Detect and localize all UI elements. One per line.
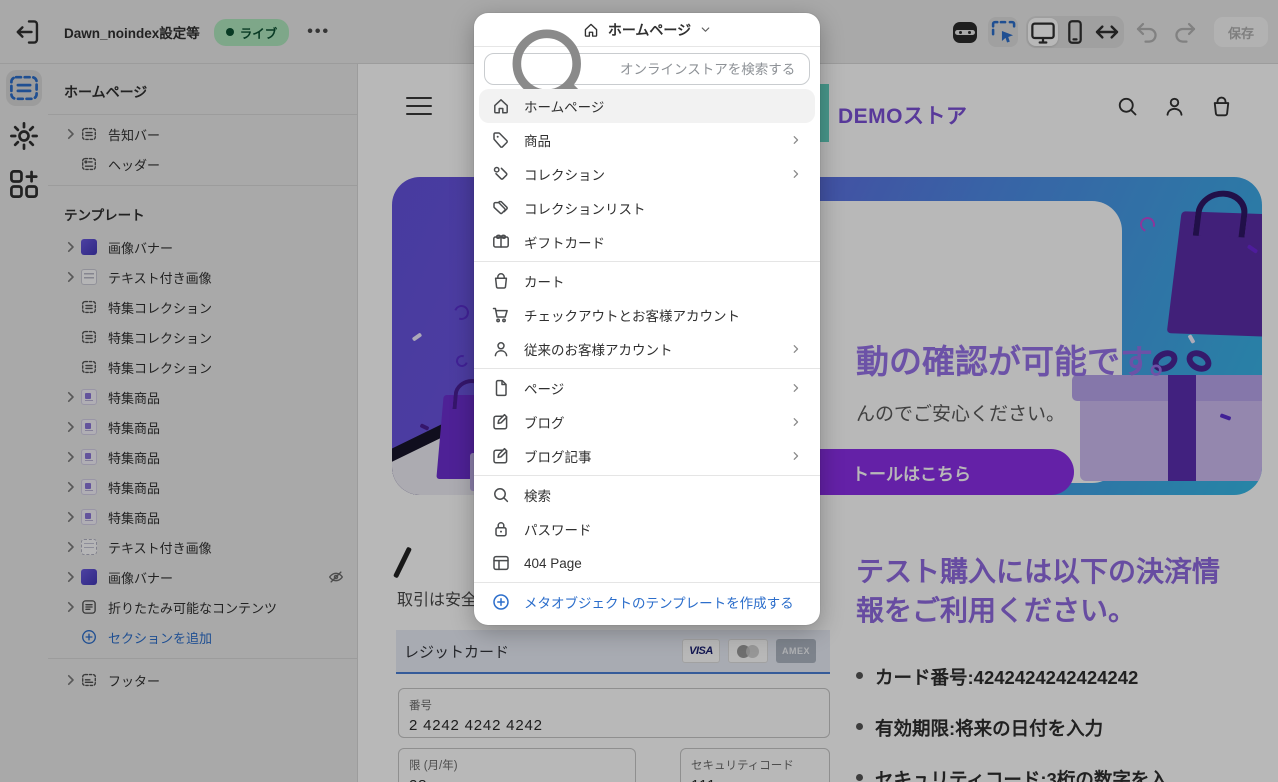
person-icon	[491, 339, 511, 359]
tag-icon	[491, 130, 511, 150]
menu-item-label: コレクション	[524, 168, 605, 183]
menu-item-label: ブログ記事	[524, 450, 592, 465]
layout-404-icon	[491, 553, 511, 573]
divider	[474, 261, 820, 262]
menu-item-404-page[interactable]: 404 Page	[479, 546, 815, 580]
menu-item-label: コレクションリスト	[524, 202, 646, 217]
page-search-box[interactable]	[484, 29, 810, 111]
menu-item-label: 従来のお客様アカウント	[524, 343, 673, 358]
theme-editor: Dawn_noindex設定等 ライブ ••• 保存 ホームページ 告知バー ヘ…	[0, 0, 1278, 782]
chevron-right-icon	[789, 167, 803, 181]
menu-item-メタオブジェクトのテンプレートを作成する[interactable]: メタオブジェクトのテンプレートを作成する	[479, 585, 815, 619]
chevron-right-icon	[789, 415, 803, 429]
menu-item-パスワード[interactable]: パスワード	[479, 512, 815, 546]
collections-list-icon	[491, 198, 511, 218]
menu-item-ブログ記事[interactable]: ブログ記事	[479, 439, 815, 473]
page-icon	[491, 378, 511, 398]
chevron-right-icon	[789, 133, 803, 147]
gift-card-icon	[491, 232, 511, 252]
cart-icon	[491, 305, 511, 325]
divider	[474, 368, 820, 369]
menu-item-label: ブログ	[524, 416, 565, 431]
menu-item-label: カート	[524, 275, 565, 290]
current-page-title: ホームページ	[607, 21, 692, 38]
divider	[474, 475, 820, 476]
search-icon	[491, 485, 511, 505]
menu-item-label: 検索	[524, 489, 551, 504]
menu-item-label: 404 Page	[524, 555, 582, 571]
blog-icon	[491, 412, 511, 432]
menu-item-label: パスワード	[524, 523, 592, 538]
chevron-right-icon	[789, 381, 803, 395]
chevron-down-icon	[699, 23, 712, 36]
plus-circle-icon	[491, 592, 511, 612]
menu-item-label: メタオブジェクトのテンプレートを作成する	[524, 596, 794, 611]
home-icon	[491, 96, 511, 116]
divider	[474, 582, 820, 583]
blog-icon	[491, 446, 511, 466]
menu-item-従来のお客様アカウント[interactable]: 従来のお客様アカウント	[479, 332, 815, 366]
menu-item-ページ[interactable]: ページ	[479, 371, 815, 405]
menu-item-label: ページ	[524, 382, 565, 397]
lock-icon	[491, 519, 511, 539]
page-selector-menu: ホームページ 商品コレクションコレクションリスト ギフトカード カートチェックアウトと…	[474, 85, 820, 625]
menu-item-チェックアウトとお客様アカウント[interactable]: チェックアウトとお客様アカウント	[479, 298, 815, 332]
menu-item-カート[interactable]: カート	[479, 264, 815, 298]
page-search-input[interactable]	[618, 60, 799, 78]
menu-item-ホームページ[interactable]: ホームページ	[479, 89, 815, 123]
collection-icon	[491, 164, 511, 184]
menu-item-コレクションリスト[interactable]: コレクションリスト	[479, 191, 815, 225]
menu-item-label: ホームページ	[524, 100, 605, 115]
menu-item-コレクション[interactable]: コレクション	[479, 157, 815, 191]
menu-item-商品[interactable]: 商品	[479, 123, 815, 157]
menu-item-ブログ[interactable]: ブログ	[479, 405, 815, 439]
menu-item-ギフトカード[interactable]: ギフトカード	[479, 225, 815, 259]
menu-item-label: ギフトカード	[524, 236, 605, 251]
menu-item-label: 商品	[524, 134, 551, 149]
page-selector-dropdown: ホームページ ホームページ商品コレクションコレクションリストギフトカードカートチ…	[474, 13, 820, 625]
chevron-right-icon	[789, 342, 803, 356]
menu-item-検索[interactable]: 検索	[479, 478, 815, 512]
chevron-right-icon	[789, 449, 803, 463]
menu-item-label: チェックアウトとお客様アカウント	[524, 309, 740, 324]
bag-icon	[491, 271, 511, 291]
